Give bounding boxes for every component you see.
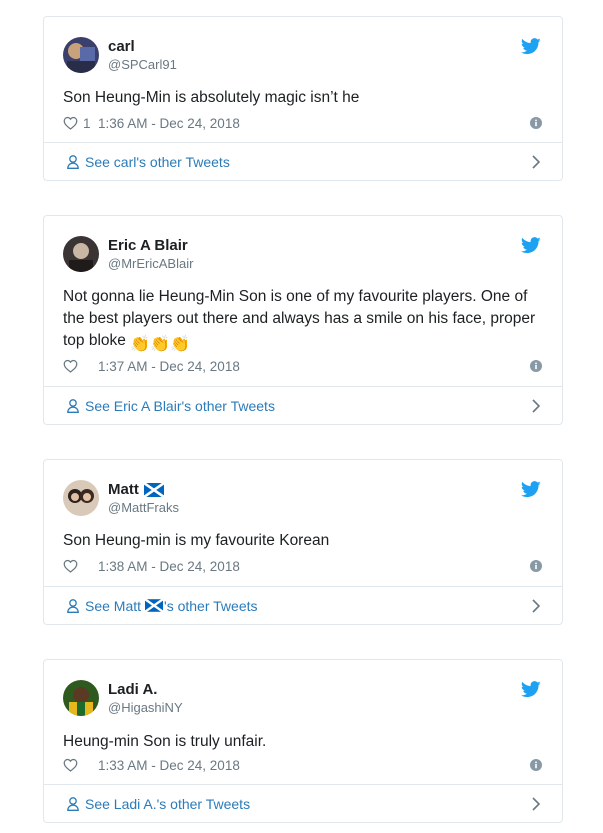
other-tweets-label: See Eric A Blair's other Tweets xyxy=(85,397,275,414)
clapping-hands-emoji: 👏👏👏 xyxy=(130,336,190,353)
info-icon[interactable] xyxy=(530,117,542,129)
twitter-bird-icon[interactable] xyxy=(521,681,541,698)
info-icon[interactable] xyxy=(530,759,542,771)
tweet-header: Ladi A. @HigashiNY xyxy=(63,680,548,720)
timestamp[interactable]: 1:37 AM - Dec 24, 2018 xyxy=(98,359,240,374)
other-tweets-label: See carl's other Tweets xyxy=(85,153,230,170)
timestamp[interactable]: 1:36 AM - Dec 24, 2018 xyxy=(98,116,240,131)
twitter-bird-icon[interactable] xyxy=(521,38,541,55)
user-handle[interactable]: @HigashiNY xyxy=(108,700,183,715)
heart-icon[interactable] xyxy=(63,116,78,130)
tweet-text: Not gonna lie Heung-Min Son is one of my… xyxy=(63,286,540,356)
info-icon[interactable] xyxy=(530,360,542,372)
other-tweets-link[interactable]: See Eric A Blair's other Tweets xyxy=(44,386,562,424)
user-handle[interactable]: @MattFraks xyxy=(108,500,179,515)
tweet-meta: 1:38 AM - Dec 24, 2018 xyxy=(63,557,542,575)
other-tweets-label-suffix: 's other Tweets xyxy=(164,597,258,614)
timestamp[interactable]: 1:38 AM - Dec 24, 2018 xyxy=(98,559,240,574)
timestamp[interactable]: 1:33 AM - Dec 24, 2018 xyxy=(98,758,240,773)
other-tweets-link[interactable]: See Matt 's other Tweets xyxy=(44,586,562,624)
heart-icon[interactable] xyxy=(63,758,78,772)
scotland-flag-icon xyxy=(144,483,164,497)
tweet-meta: 1 1:36 AM - Dec 24, 2018 xyxy=(63,114,542,132)
chevron-right-icon xyxy=(532,599,540,613)
person-icon xyxy=(67,155,79,169)
tweet-card: Matt @MattFraks Son Heung-min is my favo… xyxy=(43,459,563,625)
display-name[interactable]: Ladi A. xyxy=(108,681,157,698)
like-count: 1 xyxy=(83,115,91,131)
tweet-card: carl @SPCarl91 Son Heung-Min is absolute… xyxy=(43,16,563,181)
tweet-card: Eric A Blair @MrEricABlair Not gonna lie… xyxy=(43,215,563,425)
tweet-meta: 1:33 AM - Dec 24, 2018 xyxy=(63,756,542,774)
tweet-card: Ladi A. @HigashiNY Heung-min Son is trul… xyxy=(43,659,563,823)
display-name[interactable]: Matt xyxy=(108,481,164,498)
heart-icon[interactable] xyxy=(63,359,78,373)
person-icon xyxy=(67,599,79,613)
info-icon[interactable] xyxy=(530,560,542,572)
scotland-flag-icon xyxy=(145,599,163,612)
other-tweets-link[interactable]: See carl's other Tweets xyxy=(44,142,562,180)
twitter-bird-icon[interactable] xyxy=(521,481,541,498)
chevron-right-icon xyxy=(532,155,540,169)
avatar[interactable] xyxy=(63,680,99,716)
chevron-right-icon xyxy=(532,399,540,413)
tweet-meta: 1:37 AM - Dec 24, 2018 xyxy=(63,357,542,375)
tweet-header: Matt @MattFraks xyxy=(63,480,548,520)
tweet-header: carl @SPCarl91 xyxy=(63,37,548,77)
tweet-text: Son Heung-Min is absolutely magic isn’t … xyxy=(63,89,360,106)
other-tweets-label: See Ladi A.'s other Tweets xyxy=(85,795,251,812)
avatar[interactable] xyxy=(63,480,99,516)
heart-icon[interactable] xyxy=(63,559,78,573)
chevron-right-icon xyxy=(532,797,540,811)
avatar[interactable] xyxy=(63,37,99,73)
tweet-text: Son Heung-min is my favourite Korean xyxy=(63,532,330,549)
tweet-header: Eric A Blair @MrEricABlair xyxy=(63,236,548,276)
display-name[interactable]: carl xyxy=(108,38,135,55)
user-handle[interactable]: @SPCarl91 xyxy=(108,57,177,72)
display-name[interactable]: Eric A Blair xyxy=(108,237,188,254)
other-tweets-label-prefix: See Matt xyxy=(85,597,142,614)
avatar[interactable] xyxy=(63,236,99,272)
tweet-text: Heung-min Son is truly unfair. xyxy=(63,733,267,750)
twitter-bird-icon[interactable] xyxy=(521,237,541,254)
other-tweets-link[interactable]: See Ladi A.'s other Tweets xyxy=(44,784,562,822)
person-icon xyxy=(67,399,79,413)
user-handle[interactable]: @MrEricABlair xyxy=(108,256,193,271)
person-icon xyxy=(67,797,79,811)
